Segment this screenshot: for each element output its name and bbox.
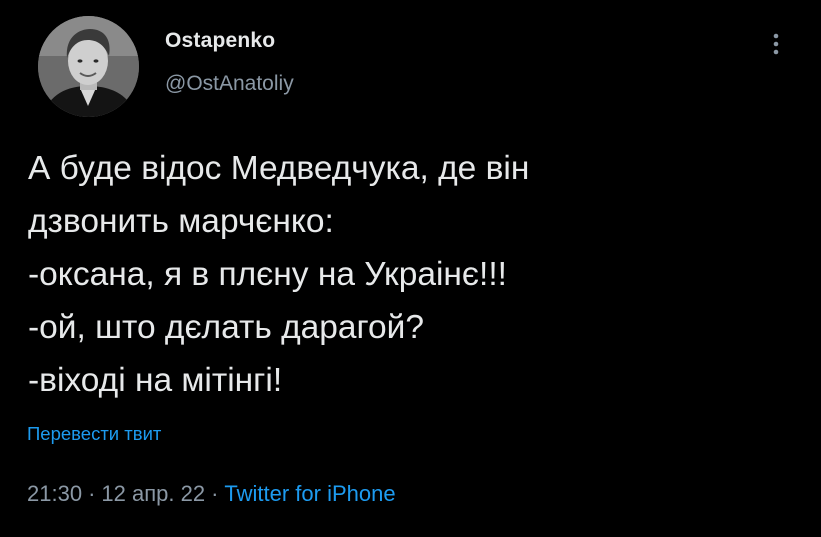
avatar[interactable] (38, 16, 139, 117)
separator-dot: · (88, 481, 96, 506)
translate-tweet-link[interactable]: Перевести твит (27, 423, 161, 445)
tweet-date[interactable]: 12 апр. 22 (101, 481, 205, 506)
separator-dot: · (211, 481, 219, 506)
tweet-time[interactable]: 21:30 (27, 481, 82, 506)
display-name[interactable]: Ostapenko (165, 29, 275, 53)
user-handle[interactable]: @OstAnatoliy (165, 72, 294, 96)
tweet-card: Ostapenko @OstAnatoliy А буде відос Медв… (0, 0, 821, 537)
tweet-text: А буде відос Медведчука, де він дзвонить… (28, 150, 530, 399)
tweet-source-link[interactable]: Twitter for iPhone (224, 481, 395, 506)
more-vertical-icon[interactable] (766, 30, 786, 60)
tweet-metadata: 21:30 · 12 апр. 22 · Twitter for iPhone (27, 481, 396, 507)
